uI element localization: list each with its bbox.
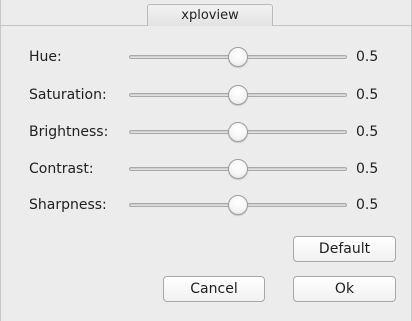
slider-knob[interactable] <box>228 122 248 142</box>
cancel-button[interactable]: Cancel <box>163 276 265 302</box>
sharpness-slider[interactable] <box>129 195 347 215</box>
default-button[interactable]: Default <box>293 236 396 262</box>
slider-label: Contrast: <box>29 161 94 177</box>
brightness-slider[interactable] <box>129 122 347 142</box>
slider-value: 0.5 <box>356 197 379 213</box>
slider-value: 0.5 <box>356 49 379 65</box>
slider-knob[interactable] <box>228 195 248 215</box>
slider-label: Brightness: <box>29 124 109 140</box>
slider-row-hue: Hue: 0.5 <box>13 45 399 69</box>
dialog-content: Hue: 0.5 Saturation: 0.5 Brightness: 0.5… <box>13 26 399 316</box>
slider-row-saturation: Saturation: 0.5 <box>13 83 399 107</box>
contrast-slider[interactable] <box>129 159 347 179</box>
slider-knob[interactable] <box>228 47 248 67</box>
slider-value: 0.5 <box>356 124 379 140</box>
dialog-window: xploview Hue: 0.5 Saturation: 0.5 Bright… <box>0 0 412 321</box>
slider-value: 0.5 <box>356 87 379 103</box>
saturation-slider[interactable] <box>129 85 347 105</box>
window-title: xploview <box>147 4 273 27</box>
slider-knob[interactable] <box>228 159 248 179</box>
slider-knob[interactable] <box>228 85 248 105</box>
slider-row-sharpness: Sharpness: 0.5 <box>13 193 399 217</box>
slider-row-brightness: Brightness: 0.5 <box>13 120 399 144</box>
ok-button[interactable]: Ok <box>293 276 396 302</box>
hue-slider[interactable] <box>129 47 347 67</box>
slider-label: Sharpness: <box>29 197 107 213</box>
slider-row-contrast: Contrast: 0.5 <box>13 157 399 181</box>
title-bar: xploview <box>1 0 412 27</box>
slider-label: Saturation: <box>29 87 107 103</box>
slider-label: Hue: <box>29 49 62 65</box>
slider-value: 0.5 <box>356 161 379 177</box>
